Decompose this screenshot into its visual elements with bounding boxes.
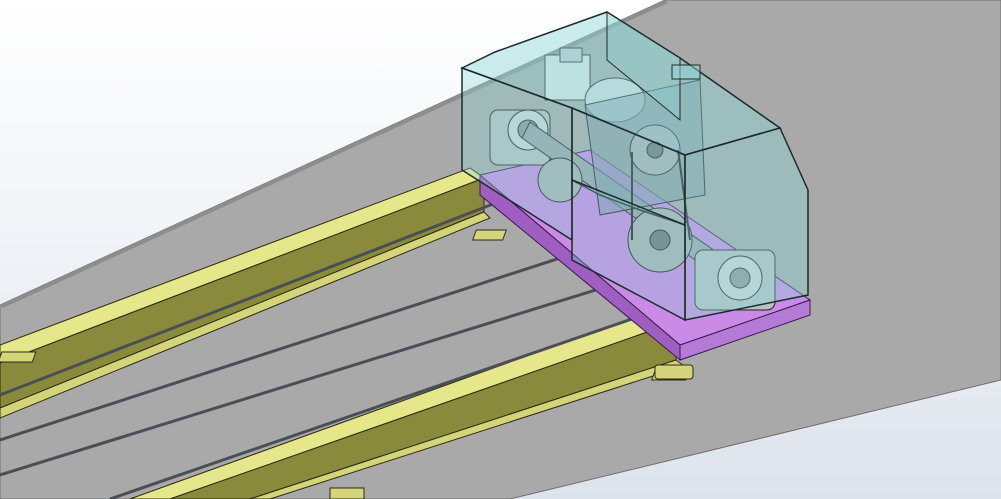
roller-icon [654,364,694,380]
assembly-scene [0,0,1001,499]
housing-notch [671,64,701,80]
housing-front-wall [684,127,809,321]
anchor-foot [471,229,507,241]
anchor-foot [0,351,37,363]
anchor-foot [329,487,365,499]
cad-viewport[interactable] [0,0,1001,499]
